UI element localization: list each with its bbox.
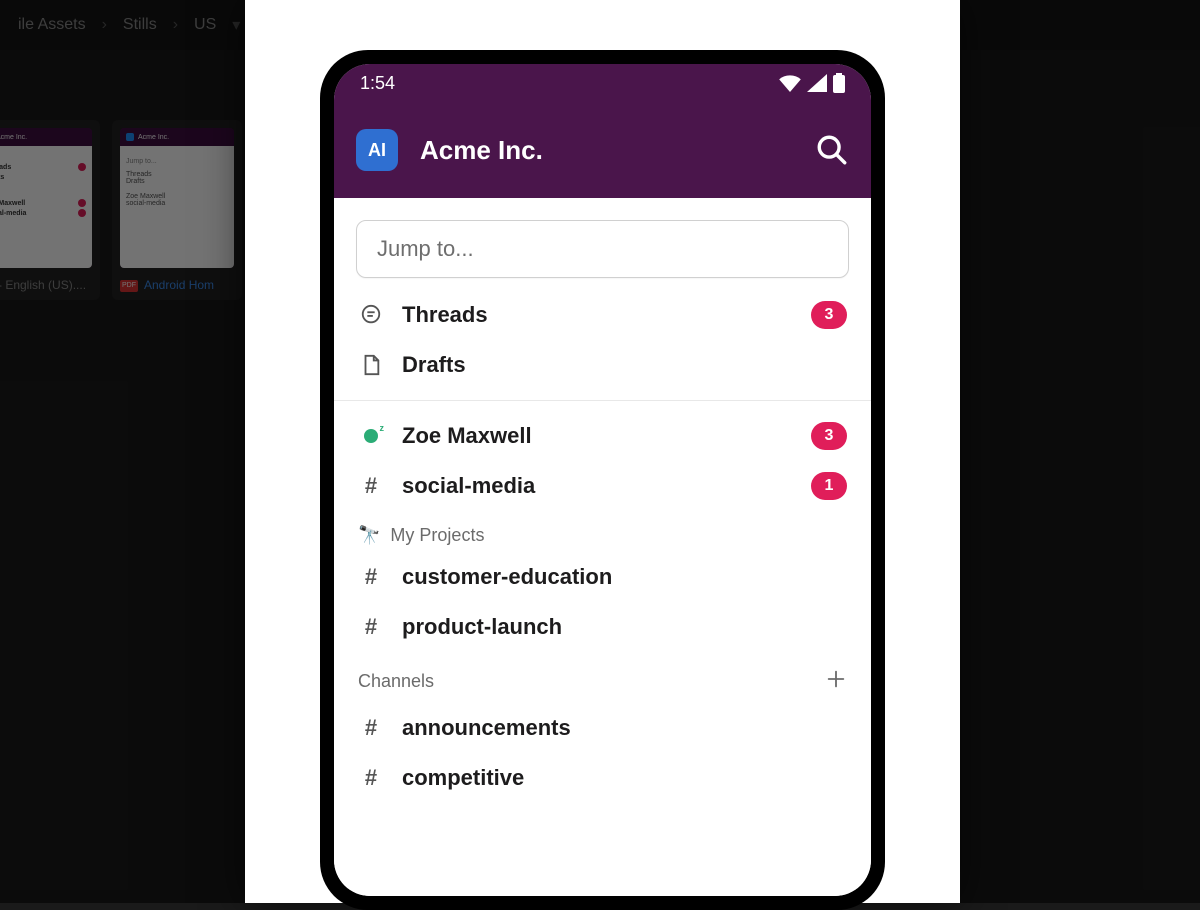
- channel-item-social-media[interactable]: # social-media 1: [334, 461, 871, 511]
- workspace-badge[interactable]: AI: [356, 129, 398, 171]
- divider: [334, 400, 871, 401]
- device-screen: 1:54 AI Acme Inc.: [334, 64, 871, 896]
- jump-to-input[interactable]: Jump to...: [356, 220, 849, 278]
- unread-badge: 3: [811, 422, 847, 450]
- unread-badge: 1: [811, 472, 847, 500]
- channel-item-customer-education[interactable]: # customer-education: [334, 552, 871, 602]
- channel-label: competitive: [402, 765, 847, 791]
- hash-icon: #: [358, 564, 384, 590]
- nav-item-threads[interactable]: Threads 3: [334, 290, 871, 340]
- channel-item-competitive[interactable]: # competitive: [334, 753, 871, 803]
- workspace-name[interactable]: Acme Inc.: [420, 135, 793, 166]
- hash-icon: #: [358, 715, 384, 741]
- unread-badge: 3: [811, 301, 847, 329]
- nav-item-drafts[interactable]: Drafts: [334, 340, 871, 390]
- channel-label: customer-education: [402, 564, 847, 590]
- search-icon[interactable]: [815, 133, 849, 167]
- device-frame: 1:54 AI Acme Inc.: [320, 50, 885, 910]
- draft-icon: [358, 354, 384, 376]
- cellular-icon: [807, 74, 827, 92]
- channel-label: social-media: [402, 473, 793, 499]
- section-header-label: My Projects: [390, 525, 484, 546]
- preview-modal: 1:54 AI Acme Inc.: [245, 0, 960, 903]
- section-header-projects[interactable]: 🔭 My Projects: [334, 511, 871, 552]
- dm-item-zoe[interactable]: Zoe Maxwell 3: [334, 411, 871, 461]
- jump-to-placeholder: Jump to...: [377, 236, 474, 262]
- nav-item-label: Threads: [402, 302, 793, 328]
- channel-label: product-launch: [402, 614, 847, 640]
- status-bar: 1:54: [334, 64, 871, 102]
- section-header-channels[interactable]: Channels: [334, 652, 871, 703]
- hash-icon: #: [358, 765, 384, 791]
- app-bar: AI Acme Inc.: [334, 102, 871, 198]
- status-time: 1:54: [360, 73, 395, 94]
- nav-item-label: Drafts: [402, 352, 847, 378]
- hash-icon: #: [358, 614, 384, 640]
- presence-away-icon: [358, 429, 384, 443]
- battery-icon: [833, 73, 845, 93]
- section-header-label: Channels: [358, 671, 434, 692]
- channel-list[interactable]: Jump to... Threads 3 Drafts: [334, 198, 871, 896]
- channel-item-product-launch[interactable]: # product-launch: [334, 602, 871, 652]
- dm-label: Zoe Maxwell: [402, 423, 793, 449]
- telescope-icon: 🔭: [358, 525, 380, 546]
- wifi-icon: [779, 74, 801, 92]
- channel-label: announcements: [402, 715, 847, 741]
- thread-icon: [358, 304, 384, 326]
- hash-icon: #: [358, 473, 384, 499]
- channel-item-announcements[interactable]: # announcements: [334, 703, 871, 753]
- add-channel-button[interactable]: [825, 666, 847, 697]
